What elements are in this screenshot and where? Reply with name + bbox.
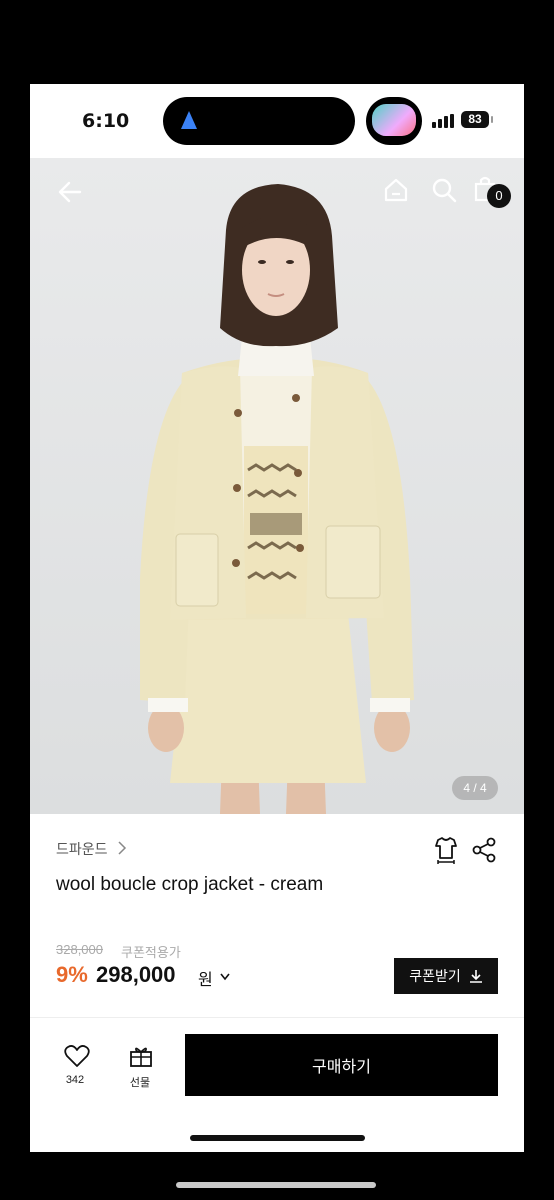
chevron-down-icon[interactable] xyxy=(219,972,231,982)
buy-button-label: 구매하기 xyxy=(312,1059,371,1076)
search-icon[interactable] xyxy=(430,176,458,204)
home-icon[interactable] xyxy=(382,176,410,204)
home-indicator[interactable] xyxy=(190,1135,365,1141)
navigation-arrow-icon xyxy=(181,111,197,129)
gift-label: 선물 xyxy=(129,1077,151,1089)
product-image[interactable]: 0 4 / 4 xyxy=(30,158,524,814)
product-title: wool boucle crop jacket - cream xyxy=(56,874,324,895)
gift-icon[interactable] xyxy=(129,1044,153,1068)
battery-icon: 83 xyxy=(461,111,489,128)
dynamic-island xyxy=(163,97,355,145)
size-guide-icon[interactable] xyxy=(432,836,460,864)
download-icon xyxy=(469,970,482,983)
divider xyxy=(30,1017,524,1018)
currency-unit: 원 xyxy=(198,972,213,989)
pip-thumbnail xyxy=(372,104,416,136)
app-screen: 6:10 83 0 4 / 4 드파운드 wool boucle crop ja… xyxy=(30,84,524,1152)
brand-name[interactable]: 드파운드 xyxy=(56,839,108,859)
discount-rate: 9% xyxy=(56,962,88,987)
coupon-price-note: 쿠폰적용가 xyxy=(121,945,181,960)
outer-home-indicator xyxy=(176,1182,376,1188)
model-photo xyxy=(30,158,524,814)
back-arrow-icon[interactable] xyxy=(56,178,84,206)
sale-price: 298,000 xyxy=(96,962,176,987)
share-icon[interactable] xyxy=(470,836,498,864)
coupon-button-label: 쿠폰받기 xyxy=(409,968,461,984)
chevron-right-icon[interactable] xyxy=(117,841,127,855)
cart-count-badge: 0 xyxy=(487,184,511,208)
heart-icon[interactable] xyxy=(64,1044,90,1068)
battery-cap xyxy=(491,116,493,123)
picture-in-picture[interactable] xyxy=(366,97,422,145)
coupon-download-button[interactable]: 쿠폰받기 xyxy=(394,958,498,994)
buy-button[interactable]: 구매하기 xyxy=(185,1034,498,1096)
status-bar: 6:10 83 xyxy=(30,84,524,158)
like-count: 342 xyxy=(65,1074,85,1086)
original-price: 328,000 xyxy=(56,942,103,957)
image-counter: 4 / 4 xyxy=(452,776,498,800)
status-time: 6:10 xyxy=(82,110,130,132)
